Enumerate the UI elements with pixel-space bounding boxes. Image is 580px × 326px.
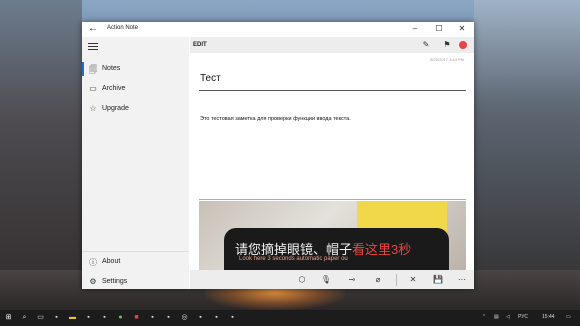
note-date: 8/20/2017 3:44 PM xyxy=(430,57,464,62)
maximize-button[interactable]: ☐ xyxy=(430,23,448,35)
title-underline xyxy=(199,90,466,91)
sidebar-item-label: About xyxy=(102,258,121,265)
app-icon-7[interactable]: ▪ xyxy=(164,313,173,322)
microphone-icon[interactable]: 🎙 xyxy=(320,274,332,286)
info-icon: ⓘ xyxy=(89,258,97,267)
app-icon-3[interactable]: ▪ xyxy=(100,313,109,322)
gear-icon: ⚙ xyxy=(89,277,97,286)
note-title-field[interactable]: Тест xyxy=(200,73,221,84)
sidebar-item-label: Archive xyxy=(102,85,126,92)
taskbar: ⊞ ⌕ ▭ ▪ ▬ ▪ ▪ ● ■ ▪ ▪ ◎ ▪ ▪ ▪ ⌃ ▤ ◁ РУС … xyxy=(0,310,580,326)
sidebar-item-label: Settings xyxy=(102,278,128,285)
editor-toolbar: EDIT ✎ ⚑ xyxy=(190,37,474,53)
app-icon-9[interactable]: ▪ xyxy=(196,313,205,322)
sidebar: 🗐 Notes ▭ Archive ☆ Upgrade ⓘ About ⚙ Se… xyxy=(82,37,189,289)
folder-icon[interactable]: ▬ xyxy=(68,313,77,322)
title-bar: ← Action Note – ☐ ✕ xyxy=(82,22,474,37)
more-options-icon[interactable]: ⋯ xyxy=(456,274,468,286)
minimize-button[interactable]: – xyxy=(406,23,424,35)
sidebar-item-settings[interactable]: ⚙ Settings xyxy=(82,273,189,289)
bottom-toolbar: ⬡ 🎙 ⊸ ⌀ ✕ 💾 ⋯ xyxy=(190,270,474,289)
volume-icon[interactable]: ◁ xyxy=(506,314,510,320)
arrow-left-icon[interactable]: ← xyxy=(88,23,98,34)
body-divider xyxy=(199,199,466,200)
task-view-icon[interactable]: ▭ xyxy=(36,313,45,322)
pin-icon[interactable]: ⊸ xyxy=(346,274,358,286)
app-window: ← Action Note – ☐ ✕ 🗐 Notes ▭ Archive ☆ … xyxy=(82,22,474,289)
clock[interactable]: 15:44 xyxy=(542,314,555,320)
mode-label: EDIT xyxy=(193,42,207,48)
app-icon-5[interactable]: ■ xyxy=(132,313,141,322)
search-icon[interactable]: ⌕ xyxy=(20,313,29,322)
drawing-icon[interactable]: ⬡ xyxy=(296,274,308,286)
wallpaper-left xyxy=(0,0,82,310)
edit-mode-icon[interactable]: ✎ xyxy=(421,40,431,50)
app-icon-6[interactable]: ▪ xyxy=(148,313,157,322)
app-icon-11[interactable]: ▪ xyxy=(228,313,237,322)
hamburger-menu-icon[interactable] xyxy=(88,43,98,51)
attach-icon[interactable]: ⌀ xyxy=(372,274,384,286)
network-icon[interactable]: ▤ xyxy=(494,314,499,320)
close-button[interactable]: ✕ xyxy=(453,23,471,35)
sidebar-item-notes[interactable]: 🗐 Notes xyxy=(82,60,189,78)
discard-icon[interactable]: ✕ xyxy=(407,274,419,286)
app-icon-1[interactable]: ▪ xyxy=(52,313,61,322)
sidebar-item-about[interactable]: ⓘ About xyxy=(82,253,189,271)
save-icon[interactable]: 💾 xyxy=(432,274,444,286)
sidebar-item-label: Notes xyxy=(102,65,121,72)
flag-icon[interactable]: ⚑ xyxy=(442,40,452,50)
start-icon[interactable]: ⊞ xyxy=(4,313,13,322)
archive-icon: ▭ xyxy=(89,84,97,93)
app-icon-2[interactable]: ▪ xyxy=(84,313,93,322)
notifications-icon[interactable]: ▭ xyxy=(566,314,571,320)
star-icon: ☆ xyxy=(89,104,97,113)
sidebar-divider xyxy=(82,251,189,252)
editor-pane: EDIT ✎ ⚑ 8/20/2017 3:44 PM Тест Это тест… xyxy=(190,37,474,289)
toolbar-separator xyxy=(396,274,397,286)
sidebar-item-archive[interactable]: ▭ Archive xyxy=(82,80,189,98)
photo-sign-subtext: Look here 3 seconds automatic paper ou xyxy=(239,256,348,262)
wallpaper-right xyxy=(474,0,580,310)
record-button[interactable] xyxy=(459,41,467,49)
sidebar-item-label: Upgrade xyxy=(102,105,129,112)
sidebar-item-upgrade[interactable]: ☆ Upgrade xyxy=(82,100,189,118)
window-title: Action Note xyxy=(107,25,139,31)
app-icon-10[interactable]: ▪ xyxy=(212,313,221,322)
note-body-field[interactable]: Это тестовая заметка для проверки функци… xyxy=(200,116,351,122)
app-icon-4[interactable]: ● xyxy=(116,313,125,322)
notes-icon: 🗐 xyxy=(89,65,97,74)
app-icon-8[interactable]: ◎ xyxy=(180,313,189,322)
keyboard-language[interactable]: РУС xyxy=(518,314,528,320)
tray-arrow-icon[interactable]: ⌃ xyxy=(482,314,486,320)
